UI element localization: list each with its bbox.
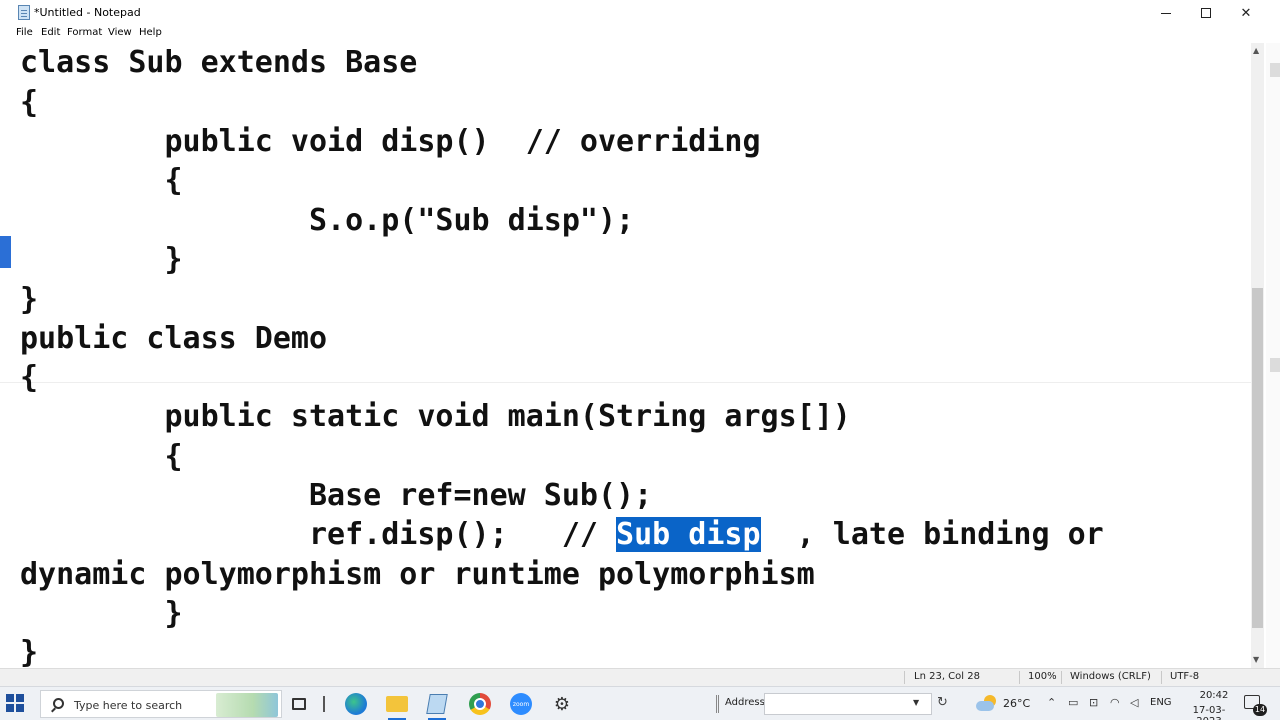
weather-icon[interactable] bbox=[976, 695, 998, 711]
menu-view[interactable]: View bbox=[108, 27, 132, 38]
clock-time[interactable]: 20:42 bbox=[1192, 690, 1236, 701]
code-text: ref.disp(); // bbox=[20, 517, 617, 552]
code-line: { bbox=[20, 360, 39, 395]
task-view-icon[interactable] bbox=[292, 698, 306, 710]
status-divider bbox=[904, 671, 905, 684]
right-edge-strip bbox=[1266, 43, 1280, 668]
input-language[interactable]: ENG bbox=[1150, 697, 1172, 708]
menu-format[interactable]: Format bbox=[67, 27, 102, 38]
code-line: public static void main(String args[]) bbox=[20, 399, 851, 434]
file-explorer-icon[interactable] bbox=[386, 696, 408, 712]
code-line: } bbox=[20, 635, 39, 668]
search-icon bbox=[53, 698, 64, 709]
notepad-taskbar-icon[interactable] bbox=[426, 694, 448, 714]
status-bar: Ln 23, Col 28 100% Windows (CRLF) UTF-8 bbox=[0, 668, 1280, 686]
start-button[interactable] bbox=[6, 694, 28, 714]
address-label: Address bbox=[725, 697, 765, 708]
code-line: dynamic polymorphism or runtime polymorp… bbox=[20, 557, 815, 592]
network-tray-icon[interactable]: ⊡ bbox=[1089, 696, 1098, 709]
refresh-icon[interactable]: ↻ bbox=[937, 695, 948, 710]
window-title: *Untitled - Notepad bbox=[34, 6, 141, 19]
clock-date[interactable]: 17-03-2023 bbox=[1180, 705, 1238, 720]
status-divider bbox=[1161, 671, 1162, 684]
scroll-down-icon[interactable]: ▼ bbox=[1253, 655, 1259, 664]
settings-gear-icon[interactable]: ⚙ bbox=[551, 693, 573, 715]
code-line: } bbox=[20, 242, 183, 277]
windows-logo-icon bbox=[6, 694, 14, 702]
edge-browser-icon[interactable] bbox=[345, 693, 367, 715]
notification-count: 14 bbox=[1253, 704, 1267, 716]
windows-logo-icon bbox=[16, 704, 24, 712]
menu-edit[interactable]: Edit bbox=[41, 27, 60, 38]
chrome-icon[interactable] bbox=[469, 693, 491, 715]
code-line: public void disp() // overriding bbox=[20, 124, 761, 159]
status-divider bbox=[1061, 671, 1062, 684]
wifi-icon[interactable]: ◠ bbox=[1110, 696, 1120, 709]
scroll-up-icon[interactable]: ▲ bbox=[1253, 46, 1259, 55]
maximize-icon bbox=[1201, 8, 1211, 18]
code-line: } bbox=[20, 282, 39, 317]
close-icon: ✕ bbox=[1240, 5, 1252, 21]
windows-logo-icon bbox=[16, 694, 24, 702]
menu-file[interactable]: File bbox=[16, 27, 33, 38]
code-line: S.o.p("Sub disp"); bbox=[20, 203, 635, 238]
code-text: , late binding or bbox=[760, 517, 1104, 552]
code-line: class Sub extends Base bbox=[20, 45, 418, 80]
toolbar-grip[interactable] bbox=[716, 695, 719, 713]
scrollbar-thumb[interactable] bbox=[1252, 288, 1263, 628]
zoom-app-icon[interactable]: zoom bbox=[510, 693, 532, 715]
encoding: UTF-8 bbox=[1170, 671, 1200, 682]
address-input[interactable] bbox=[764, 693, 932, 715]
menu-help[interactable]: Help bbox=[139, 27, 162, 38]
close-button[interactable]: ✕ bbox=[1226, 0, 1266, 26]
left-edge-accent bbox=[0, 236, 11, 268]
widget-divider bbox=[323, 696, 325, 712]
cursor-position: Ln 23, Col 28 bbox=[914, 671, 980, 682]
notepad-app-icon bbox=[18, 5, 30, 20]
title-bar: *Untitled - Notepad ✕ bbox=[0, 0, 1280, 26]
divider bbox=[0, 382, 1251, 383]
taskbar-search[interactable]: Type here to search bbox=[40, 690, 282, 718]
notepad-window: *Untitled - Notepad ✕ File Edit Format V… bbox=[0, 0, 1280, 720]
battery-icon[interactable]: ▭ bbox=[1068, 696, 1078, 709]
code-line: } bbox=[20, 596, 183, 631]
edge-mark bbox=[1270, 358, 1280, 372]
code-line: ref.disp(); // Sub disp , late binding o… bbox=[20, 515, 1104, 554]
taskbar: Type here to search zoom ⚙ Address ▼ ↻ 2… bbox=[0, 686, 1280, 720]
selected-text: Sub disp bbox=[616, 517, 761, 552]
volume-icon[interactable]: ◁ bbox=[1130, 696, 1138, 709]
text-editor[interactable]: class Sub extends Base { public void dis… bbox=[0, 43, 1251, 668]
code-line: Base ref=new Sub(); bbox=[20, 478, 653, 513]
windows-logo-icon bbox=[6, 704, 14, 712]
minimize-icon bbox=[1161, 12, 1171, 14]
code-line: { bbox=[20, 163, 183, 198]
minimize-button[interactable] bbox=[1146, 0, 1186, 26]
code-line: public class Demo bbox=[20, 321, 328, 356]
show-hidden-icons-icon[interactable]: ⌃ bbox=[1047, 696, 1056, 709]
search-highlight-image bbox=[216, 693, 278, 717]
edge-mark bbox=[1270, 63, 1280, 77]
search-placeholder: Type here to search bbox=[74, 699, 183, 712]
line-ending: Windows (CRLF) bbox=[1070, 671, 1151, 682]
menu-bar: File Edit Format View Help bbox=[0, 26, 1280, 42]
temperature[interactable]: 26°C bbox=[1003, 697, 1030, 710]
maximize-button[interactable] bbox=[1186, 0, 1226, 26]
status-divider bbox=[1019, 671, 1020, 684]
code-line: { bbox=[20, 85, 39, 120]
chevron-down-icon[interactable]: ▼ bbox=[913, 698, 919, 707]
zoom-level: 100% bbox=[1028, 671, 1057, 682]
code-line: { bbox=[20, 439, 183, 474]
